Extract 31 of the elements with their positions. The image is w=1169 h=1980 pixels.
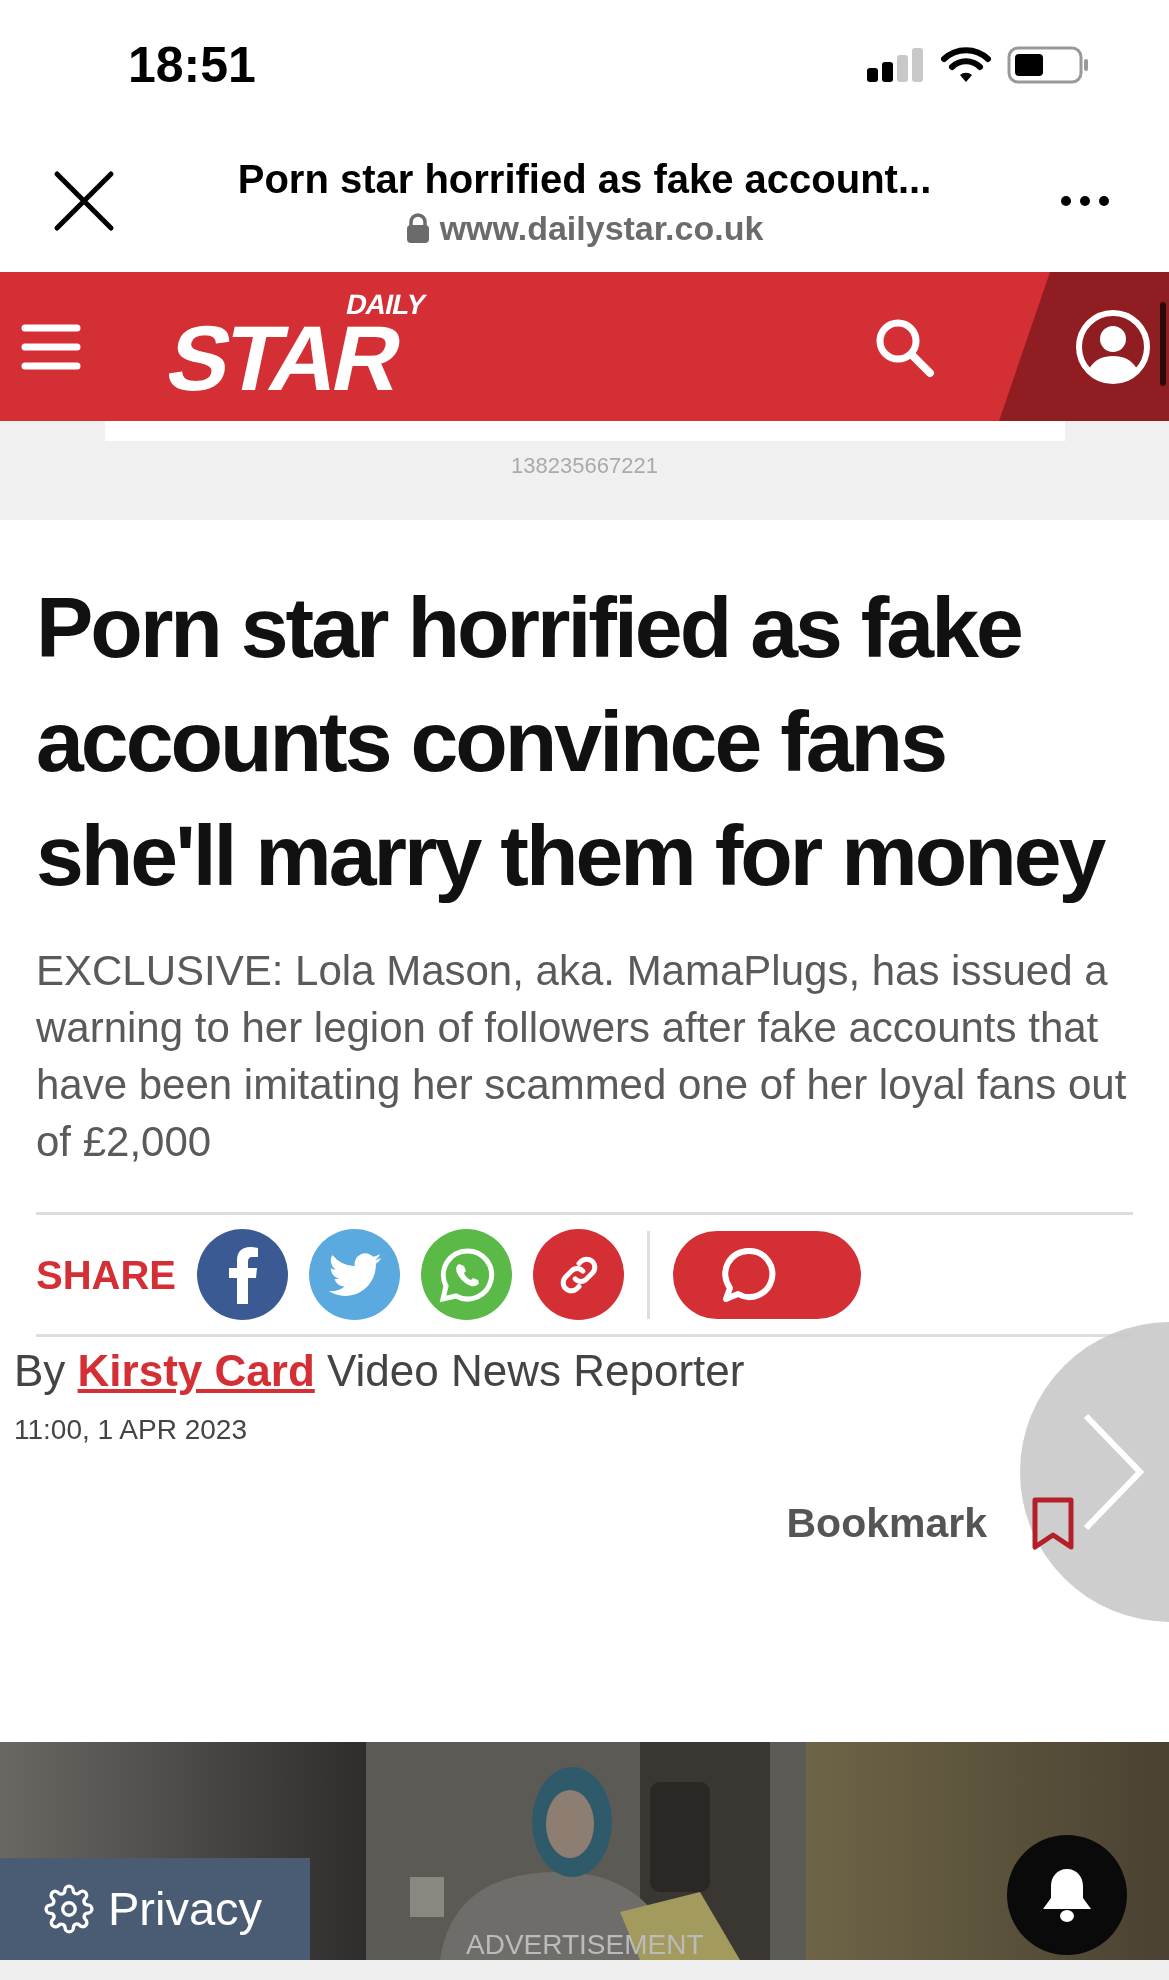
close-button[interactable] — [52, 169, 116, 233]
battery-icon — [1007, 46, 1089, 84]
close-icon — [53, 170, 115, 232]
chevron-right-icon — [1082, 1412, 1144, 1532]
bird-icon — [327, 1252, 382, 1297]
ad-id: 138235667221 — [511, 453, 658, 479]
signal-icon — [867, 48, 925, 82]
author-link[interactable]: Kirsty Card — [77, 1346, 315, 1395]
advertisement-label: ADVERTISEMENT — [466, 1930, 704, 1960]
lock-icon — [405, 213, 430, 243]
clock-time: 18:51 — [128, 35, 256, 95]
bookmark-icon — [1032, 1496, 1074, 1551]
page-url: www.dailystar.co.uk — [439, 208, 764, 249]
facebook-icon — [227, 1245, 258, 1304]
settings-icon — [44, 1884, 94, 1934]
privacy-button[interactable]: Privacy — [0, 1858, 310, 1960]
more-icon — [1061, 196, 1109, 206]
article-summary: EXCLUSIVE: Lola Mason, aka. MamaPlugs, has issued a warning to her legion of followers after fake accounts that have been imitating her scammed one of her loyal fans out of £2,000 — [36, 946, 1128, 1167]
phone-bubble-icon — [437, 1245, 496, 1304]
site-logo[interactable]: DAILY STAR — [160, 290, 442, 403]
bookmark-label: Bookmark — [786, 1499, 987, 1548]
speech-bubble-icon — [721, 1246, 778, 1303]
share-label: SHARE — [36, 1251, 177, 1299]
menu-icon — [21, 323, 81, 370]
page-title: Porn star horrified as fake account... — [237, 156, 932, 203]
bookmark-button[interactable] — [1031, 1495, 1075, 1552]
article-headline: Porn star horrified as fake accounts convince fans she'll marry them for money — [36, 578, 1106, 905]
publish-date: 11:00, 1 APR 2023 — [14, 1413, 248, 1447]
bell-icon — [1041, 1867, 1093, 1923]
wifi-icon — [941, 47, 991, 83]
account-icon — [1075, 308, 1151, 385]
